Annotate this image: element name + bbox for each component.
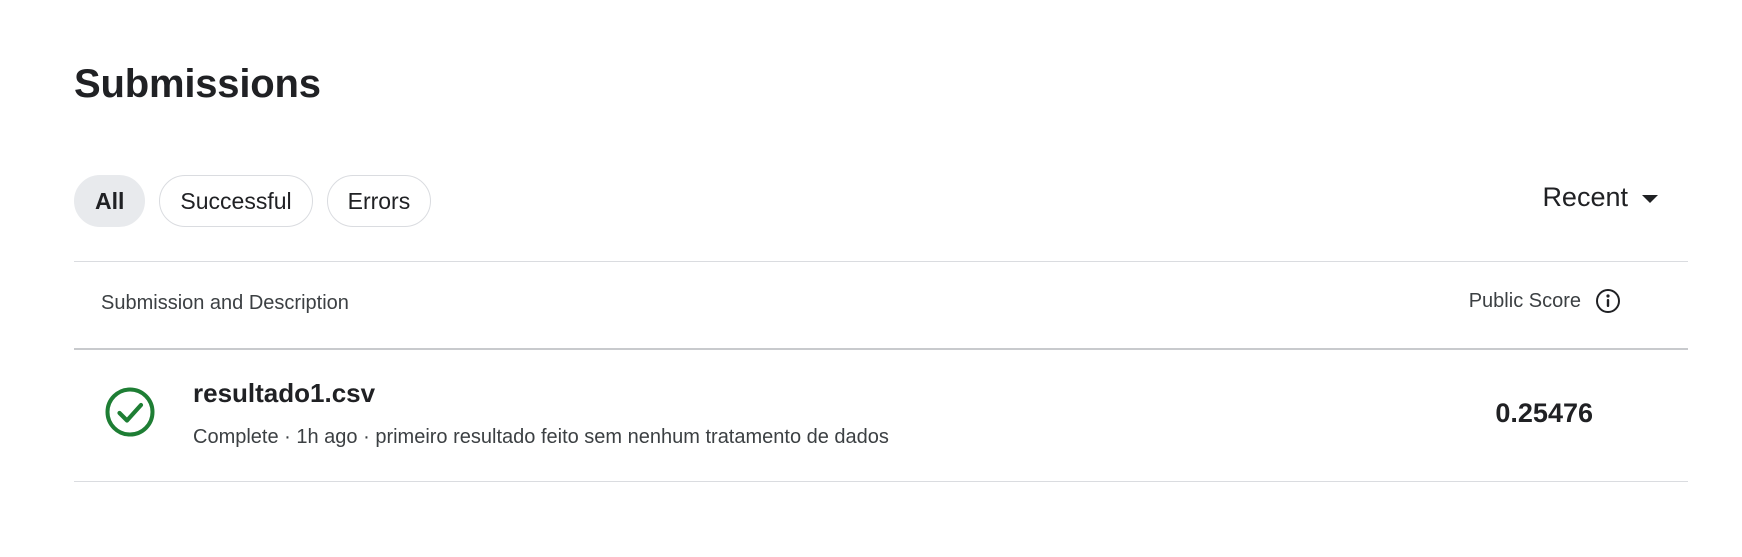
sort-dropdown[interactable]: Recent bbox=[1542, 182, 1658, 213]
table-row[interactable]: resultado1.csv Complete · 1h ago · prime… bbox=[74, 350, 1688, 481]
info-icon[interactable] bbox=[1595, 288, 1621, 314]
submission-description: Complete · 1h ago · primeiro resultado f… bbox=[193, 426, 889, 448]
column-header-submission: Submission and Description bbox=[101, 292, 349, 314]
column-header-score-label: Public Score bbox=[1468, 289, 1581, 312]
submissions-page: Submissions All Successful Errors Recent… bbox=[74, 0, 1688, 557]
check-circle-icon bbox=[105, 387, 155, 437]
table-header: Submission and Description Public Score bbox=[74, 262, 1688, 348]
filter-chips: All Successful Errors bbox=[74, 175, 432, 227]
submission-file-name[interactable]: resultado1.csv bbox=[193, 378, 375, 409]
caret-down-icon bbox=[1642, 194, 1658, 203]
public-score-value: 0.25476 bbox=[1495, 398, 1593, 428]
row-divider bbox=[74, 481, 1688, 482]
filter-errors-chip[interactable]: Errors bbox=[326, 175, 432, 227]
filter-successful-chip[interactable]: Successful bbox=[159, 175, 313, 227]
column-header-public-score: Public Score bbox=[1469, 288, 1621, 314]
page-title: Submissions bbox=[74, 62, 321, 106]
sort-label: Recent bbox=[1542, 182, 1628, 212]
filter-all-chip[interactable]: All bbox=[74, 175, 146, 227]
